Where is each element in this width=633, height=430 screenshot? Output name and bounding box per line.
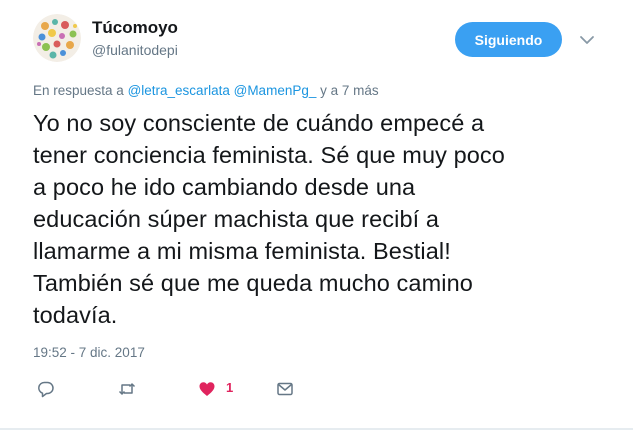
user-handle[interactable]: @fulanitodepi bbox=[92, 42, 178, 58]
like-count[interactable]: 1 bbox=[226, 380, 233, 395]
tweet-text-line: educación súper machista que recibí a bbox=[33, 206, 440, 232]
avatar-image bbox=[33, 14, 81, 62]
display-name[interactable]: Túcomoyo bbox=[92, 18, 178, 38]
tweet-text-line: llamarme a mi misma feminista. Bestial! bbox=[33, 238, 451, 264]
tweet-timestamp[interactable]: 19:52 - 7 dic. 2017 bbox=[33, 345, 145, 360]
tweet-text-line: También sé que me queda mucho camino bbox=[33, 270, 473, 296]
speech-bubble-icon[interactable] bbox=[37, 380, 55, 398]
tweet-text-line: todavía. bbox=[33, 302, 118, 328]
mention-link[interactable]: @letra_escarlata bbox=[128, 83, 230, 98]
tweet-text-line: tener conciencia feminista. Sé que muy p… bbox=[33, 142, 505, 168]
tweet-card: Túcomoyo @fulanitodepi Siguiendo En resp… bbox=[0, 0, 633, 430]
tweet-text-line: a poco he ido cambiando desde una bbox=[33, 174, 416, 200]
chevron-down-icon[interactable] bbox=[578, 31, 596, 49]
retweet-icon[interactable] bbox=[118, 380, 136, 398]
tweet-text: Yo no soy consciente de cuándo empecé a … bbox=[33, 107, 613, 331]
avatar[interactable] bbox=[33, 14, 81, 62]
reply-suffix[interactable]: y a 7 más bbox=[320, 83, 379, 98]
reply-context: En respuesta a @letra_escarlata @MamenPg… bbox=[33, 83, 379, 98]
tweet-text-line: Yo no soy consciente de cuándo empecé a bbox=[33, 110, 485, 136]
mention-link[interactable]: @MamenPg_ bbox=[234, 83, 317, 98]
reply-prefix: En respuesta a bbox=[33, 83, 124, 98]
envelope-icon[interactable] bbox=[276, 380, 294, 398]
following-button[interactable]: Siguiendo bbox=[455, 22, 562, 57]
heart-icon[interactable] bbox=[198, 380, 216, 398]
